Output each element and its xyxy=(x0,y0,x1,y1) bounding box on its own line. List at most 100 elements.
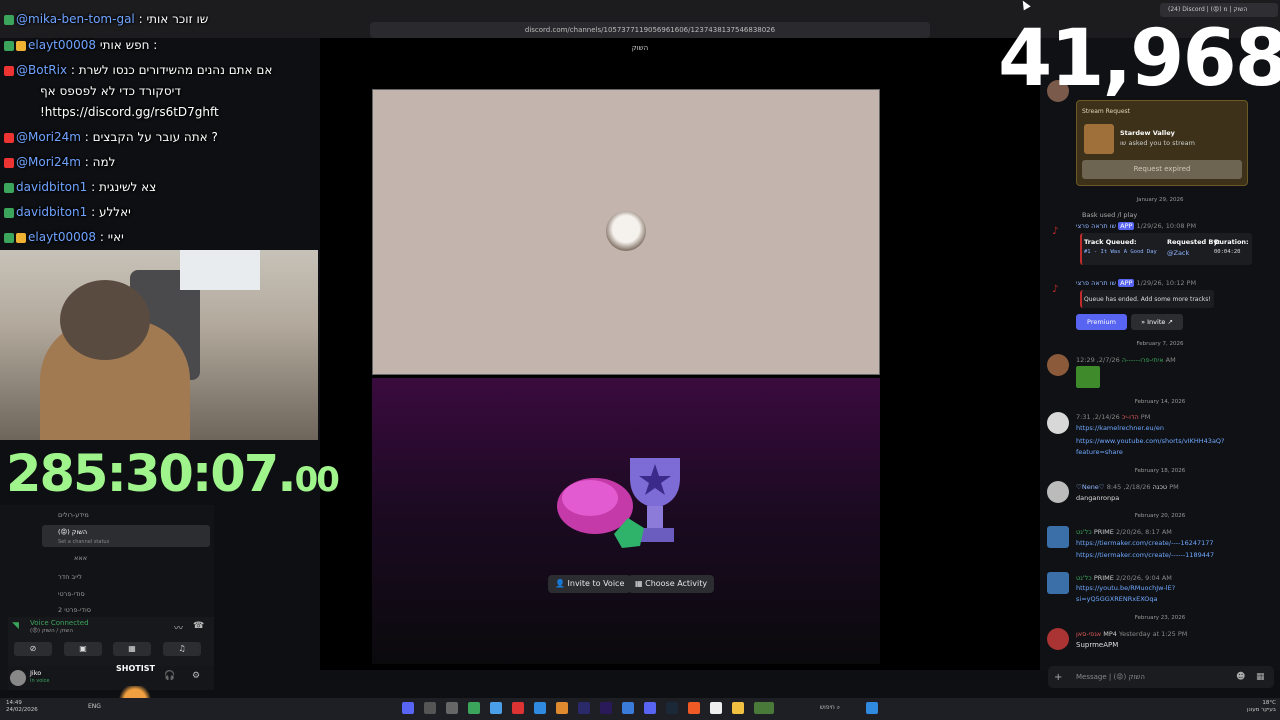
avatar[interactable] xyxy=(1047,412,1069,434)
chat-line: @Mori24m : למה xyxy=(4,155,115,169)
apps-icon[interactable]: ▦ xyxy=(1256,672,1265,682)
avatar[interactable] xyxy=(1047,628,1069,650)
chat-line: @mika-ben-tom-gal : שו זוכר אותי xyxy=(4,12,208,26)
badge-icon xyxy=(4,207,14,218)
embed-field-title: Requested By: xyxy=(1167,238,1221,246)
command-used: Bask used /l play xyxy=(1082,211,1138,219)
app-icon[interactable] xyxy=(644,702,656,714)
message-link[interactable]: https://tiermaker.com/create/----1624717… xyxy=(1076,539,1214,547)
channel-item[interactable]: לייב חדר xyxy=(58,573,82,581)
embed-field-title: Duration: xyxy=(1214,238,1249,246)
avatar[interactable] xyxy=(1047,526,1069,548)
app-icon[interactable] xyxy=(512,702,524,714)
message-link[interactable]: https://tiermaker.com/create/------11894… xyxy=(1076,551,1214,559)
noise-suppression-icon[interactable]: 〰 xyxy=(174,621,183,634)
viewer-counter: 41,968 xyxy=(998,14,1280,104)
signal-icon: ◥ xyxy=(12,621,19,631)
external-link-icon: ↗ xyxy=(1167,318,1173,326)
attached-image[interactable] xyxy=(1076,366,1100,388)
language-indicator[interactable]: ENG xyxy=(88,703,101,710)
request-expired-button[interactable]: Request expired xyxy=(1082,160,1242,179)
app-icon[interactable] xyxy=(534,702,546,714)
app-icon[interactable] xyxy=(424,702,436,714)
search-icon: ⌕ xyxy=(836,704,841,711)
camera-off-button[interactable]: ⊘ xyxy=(14,642,52,656)
message-header: כל'נט PRIME 2/20/26, 9:04 AM xyxy=(1076,574,1172,582)
message-text: SuprmeAPM xyxy=(1076,641,1119,649)
badge-icon xyxy=(4,40,14,51)
date-divider: February 7, 2026 xyxy=(1136,341,1184,347)
app-icon[interactable] xyxy=(446,702,458,714)
soundboard-button[interactable]: ♫ xyxy=(163,642,201,656)
activities-button[interactable]: ▦ xyxy=(113,642,151,656)
steam-icon[interactable] xyxy=(666,702,678,714)
trophy-illustration xyxy=(557,458,680,548)
message-link[interactable]: https://youtu.be/RMuochJw-lE? xyxy=(1076,584,1175,592)
avatar[interactable] xyxy=(1047,481,1069,503)
date-divider: February 23, 2026 xyxy=(1134,615,1186,621)
channel-item[interactable]: מידע-רולים xyxy=(58,511,89,519)
stream-asked: שו asked you to stream xyxy=(1120,139,1195,147)
clock[interactable]: 14:49 24/02/2026 xyxy=(6,700,38,714)
message-text: danganronpa xyxy=(1076,494,1120,502)
address-bar[interactable]: discord.com/channels/1057377119056961606… xyxy=(370,22,930,38)
search-input[interactable]: חיפוש ⌕ xyxy=(800,702,860,714)
disconnect-icon[interactable]: ☎ xyxy=(193,621,204,631)
headset-icon[interactable]: 🎧 xyxy=(164,671,175,681)
message-header: אנפי-סאן MP4 Yesterday at 1:25 PM xyxy=(1076,630,1188,638)
voice-channel-path[interactable]: (😡) השוק / השוק xyxy=(30,628,73,634)
crown-icon xyxy=(16,232,26,243)
avatar[interactable] xyxy=(1047,354,1069,376)
choose-activity-button[interactable]: ▦ Choose Activity xyxy=(628,575,715,593)
after-effects-icon[interactable] xyxy=(578,702,590,714)
date-divider: February 18, 2026 xyxy=(1134,468,1186,474)
app-icon[interactable] xyxy=(556,702,568,714)
voice-connected-label[interactable]: Voice Connected xyxy=(30,619,89,627)
app-icon[interactable] xyxy=(622,702,634,714)
message-header: איתי-פרו------ה 2/7/26, 12:29 AM xyxy=(1076,356,1176,364)
date-divider: January 29, 2026 xyxy=(1136,197,1184,203)
message-link[interactable]: https://kamelrechner.eu/en xyxy=(1076,424,1164,432)
invite-to-voice-button[interactable]: 👤 Invite to Voice xyxy=(548,575,632,593)
app-icon[interactable] xyxy=(468,702,480,714)
message-header: הדו-יכ 2/14/26, 7:31 PM xyxy=(1076,413,1151,421)
weather-widget[interactable]: 18°C בעיקר מעונן xyxy=(1216,700,1276,714)
stream-request-title: Stream Request xyxy=(1082,108,1130,115)
voice-user[interactable]: אאא xyxy=(74,554,87,562)
bot-icon: ♪ xyxy=(1052,284,1059,295)
voice-channel-header: השוק xyxy=(631,44,649,52)
premiere-icon[interactable] xyxy=(600,702,612,714)
track-duration: 00:04:20 xyxy=(1214,249,1241,255)
folder-icon[interactable] xyxy=(732,702,744,714)
chat-line: davidbiton1 : צא לשינגית xyxy=(4,180,156,194)
shotist-watermark: SHOTIST xyxy=(116,664,155,673)
invite-button[interactable]: » Invite ↗ xyxy=(1131,314,1183,330)
channel-item[interactable]: סודי-פרטי xyxy=(58,590,85,598)
premium-button[interactable]: Premium xyxy=(1076,314,1127,330)
message-link[interactable]: si=yQ5GGXRENRxEXOqa xyxy=(1076,595,1157,603)
username[interactable]: Jiko xyxy=(30,669,41,677)
app-icon[interactable] xyxy=(754,702,774,714)
emoji-icon[interactable]: ☻ xyxy=(1236,672,1245,682)
app-icon[interactable] xyxy=(710,702,722,714)
channel-status[interactable]: Set a channel status xyxy=(58,539,109,545)
chat-line: davidbiton1 : יאללע xyxy=(4,205,131,219)
gear-icon[interactable]: ⚙ xyxy=(192,671,200,681)
message-header: כל'נט PRIME 2/20/26, 8:17 AM xyxy=(1076,528,1172,536)
track-name[interactable]: #1 - It Was A Good Day xyxy=(1084,249,1157,255)
stream-timer: 285:30:07.00 xyxy=(6,445,340,504)
avatar[interactable] xyxy=(10,670,26,686)
windows-start-icon[interactable] xyxy=(866,702,878,714)
channel-item[interactable]: סודי-פרטי 2 xyxy=(58,606,91,614)
screen-share-button[interactable]: ▣ xyxy=(64,642,102,656)
message-link[interactable]: https://www.youtube.com/shorts/vIKHH43aQ… xyxy=(1076,437,1225,445)
app-icon[interactable] xyxy=(490,702,502,714)
avatar[interactable] xyxy=(1047,572,1069,594)
channel-item[interactable]: (😡) השוק xyxy=(58,528,87,536)
message-link[interactable]: feature=share xyxy=(1076,448,1123,456)
discord-icon[interactable] xyxy=(402,702,414,714)
embed-field-title: Track Queued: xyxy=(1084,238,1137,246)
mention[interactable]: @Zack xyxy=(1167,249,1189,257)
plus-icon[interactable]: + xyxy=(1054,672,1062,683)
brave-icon[interactable] xyxy=(688,702,700,714)
